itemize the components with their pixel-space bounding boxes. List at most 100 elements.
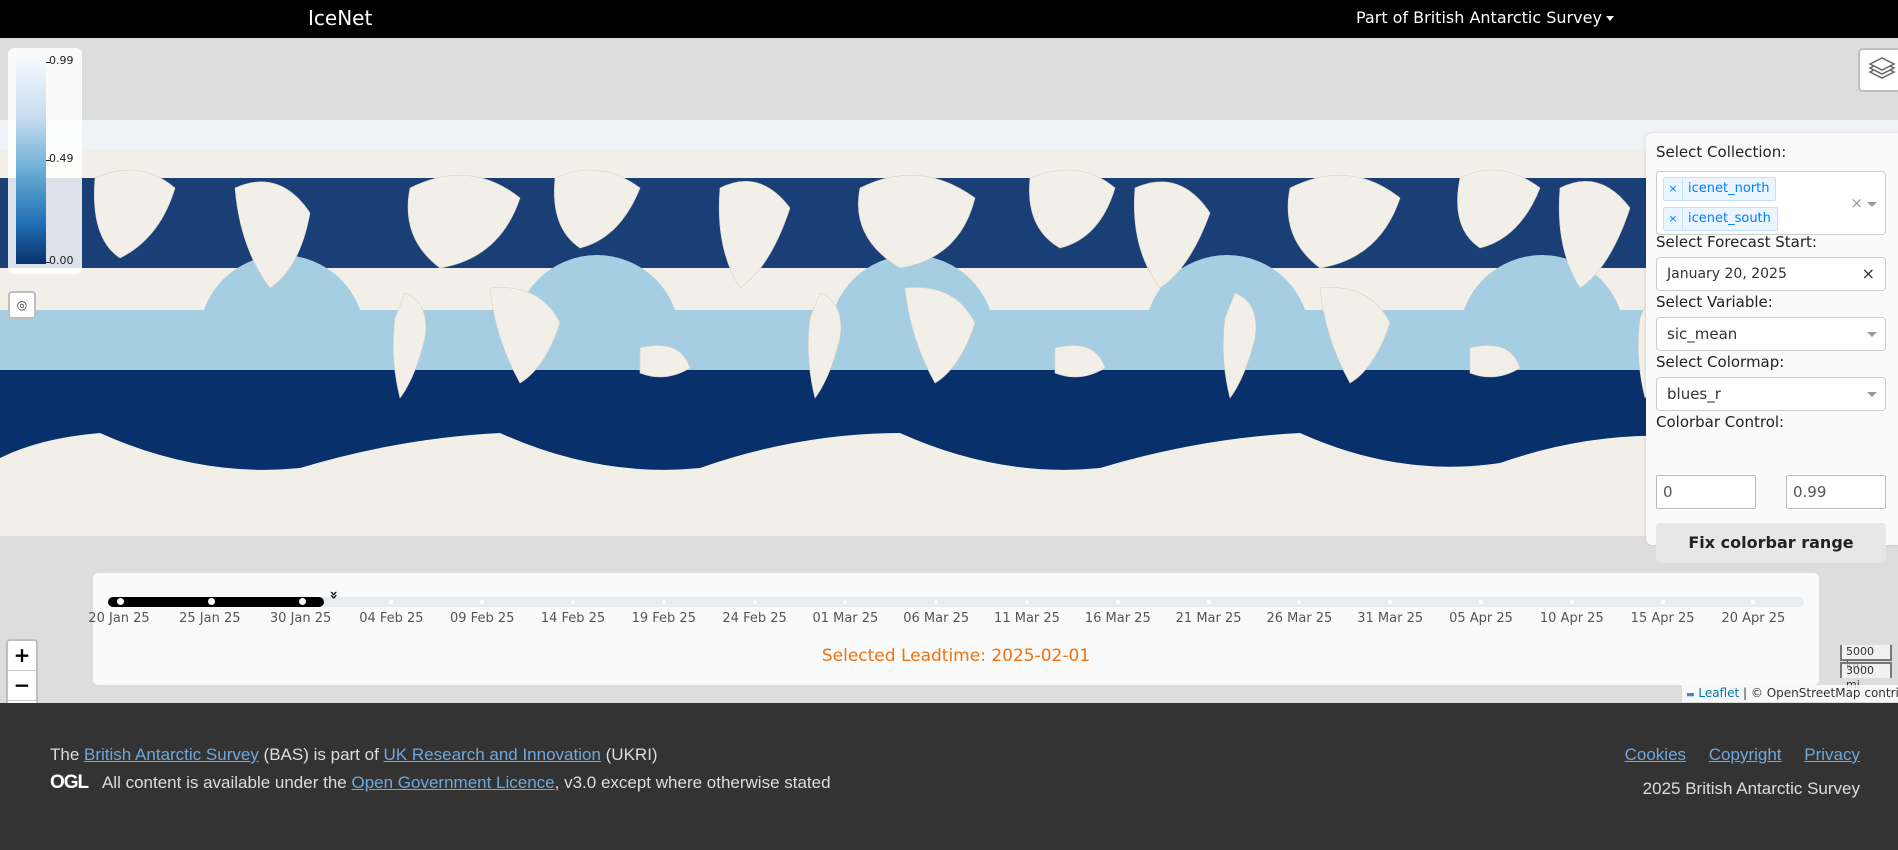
timeline-tick-label: 25 Jan 25 [179, 611, 241, 626]
slider-mark [208, 598, 215, 605]
colorbar-mid-label: 0.49 [49, 152, 74, 165]
timeline-tick-label: 15 Apr 25 [1630, 611, 1695, 626]
chevron-down-icon: » [325, 590, 342, 600]
variable-select[interactable]: sic_mean [1656, 317, 1886, 351]
timeline-tick-label: 30 Jan 25 [269, 611, 332, 626]
selected-leadtime-text: Selected Leadtime: 2025-02-01 [821, 646, 1091, 666]
slider-mark [117, 598, 124, 605]
bas-dropdown-menu[interactable]: Part of British Antarctic Survey [1356, 0, 1614, 38]
map-attribution: ▬ Leaflet | © OpenStreetMap contributors [1682, 685, 1898, 702]
copyright-link[interactable]: Copyright [1709, 745, 1782, 764]
timeline-tick-label: 11 Mar 25 [994, 611, 1060, 626]
timeline-tick-label: 09 Feb 25 [450, 611, 515, 626]
timeline-tick-label: 14 Feb 25 [540, 611, 606, 626]
fix-colorbar-button[interactable]: Fix colorbar range [1656, 523, 1886, 563]
colormap-select[interactable]: blues_r [1656, 377, 1886, 411]
control-panel: Select Collection: × icenet_north × icenet… [1646, 133, 1898, 563]
slider-mark [1115, 600, 1120, 604]
timeline-tick-label: 05 Apr 25 [1449, 611, 1513, 626]
footer-copyright: 2025 British Antarctic Survey [1642, 779, 1860, 798]
slider-mark [1206, 600, 1211, 604]
collection-tag-label: icenet_south [1688, 211, 1771, 226]
footer-line1: The British Antarctic Survey (BAS) is pa… [50, 745, 658, 765]
locate-button[interactable]: ◎ [8, 291, 36, 319]
privacy-link[interactable]: Privacy [1804, 745, 1860, 764]
chevron-down-icon [1867, 332, 1877, 337]
chevron-down-icon [1867, 392, 1877, 397]
collection-tag-label: icenet_north [1688, 181, 1770, 196]
brand-title[interactable]: IceNet [308, 0, 372, 38]
locate-icon: ◎ [16, 298, 28, 312]
forecast-start-date-input[interactable]: January 20, 2025 × [1656, 257, 1886, 291]
slider-mark [1660, 600, 1665, 604]
clear-date-button[interactable]: × [1862, 258, 1875, 290]
ukri-link[interactable]: UK Research and Innovation [384, 745, 601, 764]
timeline-tick-label: 10 Apr 25 [1539, 611, 1604, 626]
slider-mark [1569, 600, 1574, 604]
slider-mark [661, 600, 666, 604]
footer-text: (BAS) is part of [263, 745, 379, 764]
slider-mark [571, 600, 575, 604]
slider-mark [1025, 600, 1029, 604]
bas-link[interactable]: British Antarctic Survey [84, 745, 259, 764]
zoom-out-button[interactable]: − [8, 671, 36, 701]
remove-tag-button[interactable]: × [1664, 178, 1683, 200]
leadtime-slider-panel: » 20 Jan 25 25 Jan 25 30 Jan 25 04 Feb 25 09… [88, 573, 1819, 685]
slider-mark [1479, 600, 1483, 604]
timeline-tick-label: 20 Jan 25 [88, 611, 150, 626]
slider-mark [752, 600, 757, 604]
leaflet-link[interactable]: Leaflet [1698, 686, 1739, 700]
footer-text: All content is available under the [101, 773, 347, 792]
footer-line2: OGL All content is available under the O… [50, 772, 831, 794]
colorbar-min-input[interactable]: 0 [1656, 475, 1756, 509]
footer: The British Antarctic Survey (BAS) is pa… [0, 703, 1898, 850]
forecast-start-label: Select Forecast Start: [1656, 233, 1817, 251]
ukraine-flag-icon: ▬ [1686, 690, 1695, 700]
colormap-value: blues_r [1667, 385, 1721, 403]
bas-menu-label: Part of British Antarctic Survey [1356, 8, 1602, 27]
forecast-start-value: January 20, 2025 [1667, 266, 1787, 282]
colorbar-legend: 0.99 0.49 0.00 [8, 48, 82, 274]
ogl-link[interactable]: Open Government Licence [351, 773, 554, 792]
timeline-tick-label: 06 Mar 25 [903, 611, 970, 626]
slider-track[interactable] [108, 597, 1804, 607]
timeline-tick-label: 26 Mar 25 [1266, 611, 1333, 626]
colormap-label: Select Colormap: [1656, 353, 1785, 371]
caret-down-icon [1605, 16, 1614, 21]
footer-text: (UKRI) [605, 745, 658, 764]
collection-label: Select Collection: [1656, 143, 1787, 161]
colorbar-min-label: 0.00 [49, 254, 74, 267]
ogl-logo: OGL [50, 772, 89, 793]
slider-handle[interactable]: » [325, 590, 342, 600]
layers-button[interactable] [1858, 48, 1898, 92]
timeline-tick-label: 20 Apr 25 [1721, 611, 1786, 626]
slider-progress [108, 597, 324, 607]
osm-attribution-text: | © OpenStreetMap contributors [1743, 686, 1898, 700]
scale-km: 5000 km [1840, 645, 1892, 672]
colorbar-max-input[interactable]: 0.99 [1786, 475, 1886, 509]
top-navbar: IceNet Part of British Antarctic Survey [0, 0, 1898, 38]
timeline-tick-label: 24 Feb 25 [722, 611, 787, 626]
footer-text: The [50, 745, 80, 764]
collection-select[interactable]: × icenet_north × icenet_south × [1656, 171, 1886, 235]
collection-tag-north: × icenet_north [1663, 177, 1777, 201]
chevron-down-icon[interactable] [1867, 202, 1877, 207]
timeline-tick-label: 21 Mar 25 [1175, 611, 1242, 626]
clear-all-button[interactable]: × [1850, 194, 1863, 212]
remove-tag-button[interactable]: × [1664, 208, 1683, 230]
colorbar-control-label: Colorbar Control: [1656, 413, 1785, 431]
timeline-tick-label: 31 Mar 25 [1357, 611, 1424, 626]
footer-text: , v3.0 except where otherwise stated [554, 773, 831, 792]
colorbar-max-label: 0.99 [49, 54, 74, 67]
footer-links: Cookies Copyright Privacy [1607, 745, 1860, 765]
slider-mark [299, 598, 306, 605]
collection-tag-south: × icenet_south [1663, 207, 1778, 231]
colorbar-gradient [16, 56, 46, 264]
variable-label: Select Variable: [1656, 293, 1773, 311]
scale-mi: 3000 mi [1840, 662, 1892, 691]
variable-value: sic_mean [1667, 325, 1738, 343]
timeline-tick-label: 01 Mar 25 [812, 611, 879, 626]
zoom-in-button[interactable]: + [8, 641, 36, 671]
cookies-link[interactable]: Cookies [1625, 745, 1686, 764]
timeline-tick-label: 04 Feb 25 [359, 611, 424, 626]
